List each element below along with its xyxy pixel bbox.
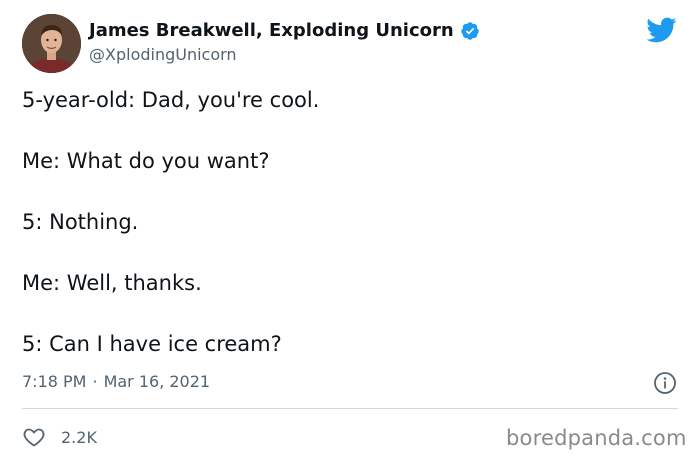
- tweet-card: James Breakwell, Exploding Unicorn @Xplo…: [0, 0, 700, 463]
- like-button[interactable]: 2.2K: [22, 425, 97, 449]
- verified-badge-icon: [460, 21, 479, 40]
- tweet-line: 5: Nothing.: [22, 210, 139, 234]
- tweet-timestamp[interactable]: 7:18 PM · Mar 16, 2021: [22, 372, 210, 391]
- info-icon[interactable]: [653, 371, 677, 395]
- avatar-photo: [22, 14, 81, 73]
- tweet-line: 5-year-old: Dad, you're cool.: [22, 88, 320, 112]
- timestamp-separator: ·: [92, 372, 98, 391]
- tweet-date: Mar 16, 2021: [103, 372, 211, 391]
- author-name[interactable]: James Breakwell, Exploding Unicorn: [89, 20, 454, 41]
- watermark: boredpanda.com: [506, 426, 687, 450]
- avatar[interactable]: [22, 14, 81, 73]
- divider: [22, 408, 678, 409]
- tweet-line: Me: What do you want?: [22, 149, 270, 173]
- tweet-line: 5: Can I have ice cream?: [22, 332, 282, 356]
- tweet-line: Me: Well, thanks.: [22, 271, 202, 295]
- tweet-text: 5-year-old: Dad, you're cool. Me: What d…: [22, 85, 672, 359]
- heart-icon[interactable]: [22, 425, 46, 449]
- like-count: 2.2K: [61, 427, 97, 447]
- author-name-row[interactable]: James Breakwell, Exploding Unicorn: [89, 20, 480, 41]
- author-handle[interactable]: @XplodingUnicorn: [89, 45, 237, 64]
- tweet-time: 7:18 PM: [22, 372, 87, 391]
- twitter-bird-icon[interactable]: [645, 14, 677, 46]
